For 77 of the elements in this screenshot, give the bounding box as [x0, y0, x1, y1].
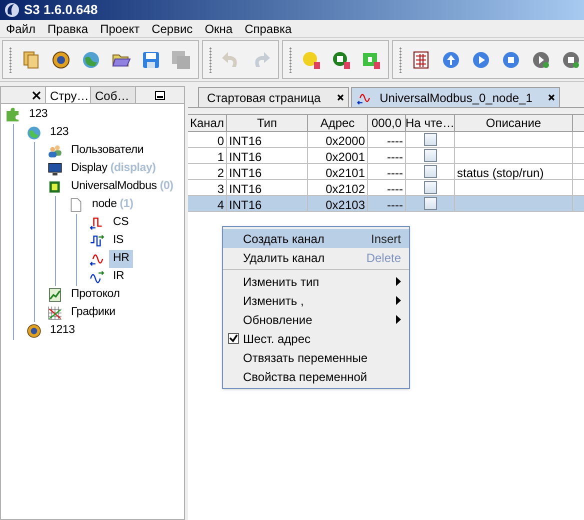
menu-item[interactable]: Сервис [146, 20, 199, 38]
tree-item[interactable]: UniversalModbus (0) [67, 178, 178, 196]
minimize-icon[interactable] [155, 90, 165, 100]
table-row[interactable]: 3 INT16 0x2102 ---- [188, 180, 584, 196]
module-icon [47, 179, 63, 195]
column-header[interactable]: 000,0 [368, 115, 406, 132]
globe-icon [26, 125, 42, 141]
menu-item[interactable]: Справка [238, 20, 298, 38]
square-wave-icon [89, 215, 105, 231]
gear-icon[interactable] [50, 48, 72, 70]
menu-item[interactable]: Изменить , [223, 291, 409, 310]
checkbox[interactable] [424, 165, 436, 178]
column-header[interactable]: Тип [227, 115, 308, 132]
menu-item[interactable]: Файл [0, 20, 42, 38]
chart-document-icon [47, 287, 63, 303]
menu-item[interactable]: Окна [198, 20, 239, 38]
table-cell: ---- [368, 196, 406, 212]
table-cell: 4 [188, 196, 227, 212]
column-header[interactable] [573, 115, 584, 132]
menu-item[interactable]: Создать канал Insert [223, 229, 409, 248]
column-header[interactable]: Адрес [308, 115, 368, 132]
square-wave-arrow-icon [89, 233, 105, 249]
checkbox[interactable] [424, 197, 436, 210]
submenu-arrow-icon [396, 296, 401, 305]
tree-item[interactable]: 123 [46, 124, 73, 142]
app-logo-icon [4, 2, 20, 18]
tree-item[interactable]: Display (display) [67, 160, 160, 178]
window-title: S3 1.6.0.648 [24, 1, 98, 20]
menu-item[interactable]: Свойства переменной [223, 367, 409, 386]
menu-item[interactable]: Проект [94, 20, 146, 38]
shortcut-label: Delete [366, 250, 401, 266]
tree-item[interactable]: 1213 [46, 322, 79, 340]
tree-item[interactable]: Протокол [67, 286, 124, 304]
panel-tab[interactable]: Соб… [90, 87, 135, 103]
menu-item[interactable]: Отвязать переменные [223, 348, 409, 367]
tree-item[interactable]: 123 [25, 106, 52, 124]
menu-item[interactable]: Шест. адрес [223, 329, 409, 348]
sine-wave-arrow-icon [89, 269, 105, 285]
puzzle-icon [5, 107, 21, 123]
checkbox[interactable] [424, 181, 436, 194]
menu-item[interactable]: Обновление [223, 310, 409, 329]
tab-label: Стартовая страница [206, 90, 322, 106]
tree-item[interactable]: CS [109, 214, 133, 232]
tree-item[interactable]: node (1) [88, 196, 138, 214]
menu-item[interactable]: Удалить канал Delete [223, 248, 409, 267]
column-header[interactable]: Описание [455, 115, 573, 132]
tree-item[interactable]: IS [109, 232, 128, 250]
tab-label: UniversalModbus_0_node_1 [378, 90, 534, 106]
document-tab[interactable]: UniversalModbus_0_node_1 [350, 87, 560, 107]
checkbox[interactable] [424, 133, 436, 146]
column-header[interactable]: Канал [188, 115, 227, 132]
column-header[interactable]: На чте… [406, 115, 455, 132]
tree-item[interactable]: IR [109, 268, 128, 286]
submenu-arrow-icon [396, 315, 401, 324]
graph-icon [47, 305, 63, 321]
menu-item[interactable]: Изменить тип [223, 272, 409, 291]
table-row[interactable]: 0 INT16 0x2000 ---- [188, 132, 584, 148]
tree-item[interactable]: HR [109, 250, 134, 268]
document-tab[interactable]: Стартовая страница [198, 87, 349, 107]
checkbox[interactable] [424, 149, 436, 162]
table-row[interactable]: 2 INT16 0x2101 ---- status (stop/run) [188, 164, 584, 180]
tree-item[interactable]: Пользователи [67, 142, 148, 160]
menu-item[interactable]: Правка [42, 20, 94, 38]
table-cell: 0x2103 [308, 196, 368, 212]
table-row[interactable]: 1 INT16 0x2001 ---- [188, 148, 584, 164]
table-row[interactable]: 4 INT16 0x2103 ---- [188, 196, 584, 212]
panel-tab[interactable]: Стру… [45, 87, 90, 103]
users-icon [47, 143, 63, 159]
tree-item[interactable]: Графики [67, 304, 120, 322]
shortcut-label: Insert [370, 230, 401, 248]
monitor-icon [47, 161, 63, 177]
close-icon[interactable] [336, 94, 344, 101]
document-icon [68, 197, 84, 213]
close-icon[interactable] [548, 94, 556, 101]
gear-icon [26, 323, 42, 339]
submenu-arrow-icon [396, 277, 401, 286]
table-cell: INT16 [227, 196, 308, 212]
